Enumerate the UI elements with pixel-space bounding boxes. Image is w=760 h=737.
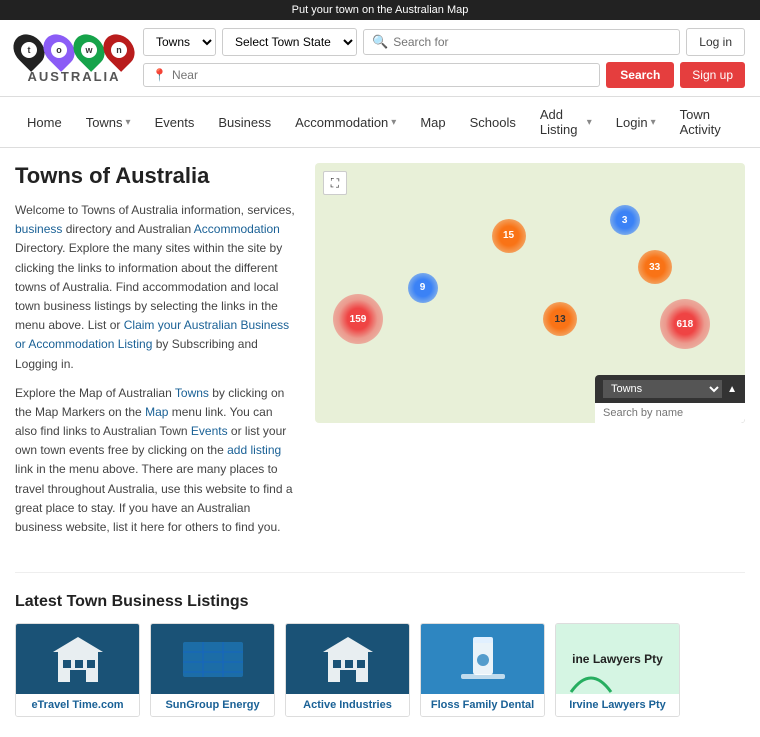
nav-towns[interactable]: Towns ▾ [74, 97, 143, 147]
intro-text: Welcome to Towns of Australia informatio… [15, 201, 295, 537]
search-icon: 🔍 [372, 34, 388, 50]
page-title: Towns of Australia [15, 163, 295, 189]
events-link[interactable]: Events [191, 424, 228, 438]
map-layer-dropdown[interactable]: Towns [603, 380, 722, 398]
map-marker-4[interactable]: 33 [638, 250, 672, 284]
listing-card-lawyers[interactable]: ine Lawyers Pty Irvine Lawyers Pty [555, 623, 680, 717]
map-overlay: Towns ▲ [595, 375, 745, 423]
login-button[interactable]: Log in [686, 28, 745, 56]
location-icon: 📍 [152, 68, 167, 82]
map-overlay-header: Towns ▲ [595, 375, 745, 403]
near-input-wrap: 📍 [143, 63, 600, 87]
map-area[interactable]: ⛶ 3 15 9 33 159 13 618 Towns [315, 163, 745, 423]
accommodation-link[interactable]: Accommodation [194, 222, 280, 236]
nav-add-listing[interactable]: Add Listing ▾ [528, 97, 604, 147]
nav-accommodation[interactable]: Accommodation ▾ [283, 97, 408, 147]
listing-img-sungroup [151, 624, 274, 694]
listing-card-etravel[interactable]: eTravel Time.com [15, 623, 140, 717]
map-marker-2[interactable]: 15 [492, 219, 526, 253]
map-marker-3[interactable]: 9 [408, 273, 438, 303]
banner-text: Put your town on the Australian Map [292, 4, 469, 16]
logo-pins: t o w n [15, 33, 133, 67]
listing-card-dental[interactable]: Floss Family Dental [420, 623, 545, 717]
map-search-input[interactable] [595, 403, 745, 423]
map-marker-1[interactable]: 3 [610, 205, 640, 235]
search-row2: 📍 Search Sign up [143, 62, 745, 88]
intro-paragraph-2: Explore the Map of Australian Towns by c… [15, 384, 295, 538]
state-dropdown[interactable]: Select Town State [222, 28, 357, 56]
listing-label-dental: Floss Family Dental [421, 694, 544, 716]
listing-img-active [286, 624, 409, 694]
login-dropdown-arrow: ▾ [651, 117, 656, 128]
search-input-wrap: 🔍 [363, 29, 680, 55]
content-divider [15, 572, 745, 573]
listings-section: Latest Town Business Listings eTravel Ti… [0, 583, 760, 737]
main-content: Towns of Australia Welcome to Towns of A… [0, 148, 760, 562]
listing-label-sungroup: SunGroup Energy [151, 694, 274, 716]
pin-n: n [97, 28, 141, 72]
header: t o w n AUSTRALIA Towns Select Town Stat… [0, 20, 760, 97]
nav-schools[interactable]: Schools [458, 97, 528, 147]
logo[interactable]: t o w n AUSTRALIA [15, 33, 133, 84]
listing-img-lawyers: ine Lawyers Pty [556, 624, 679, 694]
map-marker-6[interactable]: 13 [543, 302, 577, 336]
map-link[interactable]: Map [145, 405, 168, 419]
listing-img-etravel [16, 624, 139, 694]
top-banner: Put your town on the Australian Map [0, 0, 760, 20]
signup-button[interactable]: Sign up [680, 62, 745, 88]
intro-paragraph-1: Welcome to Towns of Australia informatio… [15, 201, 295, 374]
nav-business[interactable]: Business [206, 97, 283, 147]
search-area: Towns Select Town State 🔍 Log in 📍 Searc… [143, 28, 745, 88]
map-marker-7[interactable]: 618 [660, 299, 710, 349]
search-row1: Towns Select Town State 🔍 Log in [143, 28, 745, 56]
add-listing-link[interactable]: add listing [227, 443, 281, 457]
nav-map[interactable]: Map [408, 97, 457, 147]
nav-login[interactable]: Login ▾ [604, 97, 668, 147]
listing-label-etravel: eTravel Time.com [16, 694, 139, 716]
map-marker-5[interactable]: 159 [333, 294, 383, 344]
business-link[interactable]: business [15, 222, 62, 236]
nav: Home Towns ▾ Events Business Accommodati… [0, 97, 760, 148]
map-fullscreen-button[interactable]: ⛶ [323, 171, 347, 195]
search-button[interactable]: Search [606, 62, 674, 88]
accommodation-dropdown-arrow: ▾ [391, 117, 396, 128]
logo-text: AUSTRALIA [15, 69, 133, 84]
listing-label-lawyers: Irvine Lawyers Pty [556, 694, 679, 716]
search-input[interactable] [393, 35, 671, 49]
auth-buttons: Log in [686, 28, 745, 56]
listings-title: Latest Town Business Listings [15, 593, 745, 611]
addlisting-dropdown-arrow: ▾ [587, 117, 592, 128]
listings-grid: eTravel Time.com SunGroup Energy [15, 623, 745, 717]
town-dropdown[interactable]: Towns [143, 28, 216, 56]
towns-link[interactable]: Towns [175, 386, 209, 400]
nav-events[interactable]: Events [143, 97, 207, 147]
left-content: Towns of Australia Welcome to Towns of A… [15, 163, 295, 547]
listing-card-sungroup[interactable]: SunGroup Energy [150, 623, 275, 717]
nav-town-activity[interactable]: Town Activity [668, 97, 745, 147]
towns-dropdown-arrow: ▾ [126, 117, 131, 128]
nav-home[interactable]: Home [15, 97, 74, 147]
listing-img-dental [421, 624, 544, 694]
listing-label-active: Active Industries [286, 694, 409, 716]
listing-card-active[interactable]: Active Industries [285, 623, 410, 717]
near-input[interactable] [172, 68, 591, 82]
map-collapse-icon[interactable]: ▲ [727, 384, 737, 395]
